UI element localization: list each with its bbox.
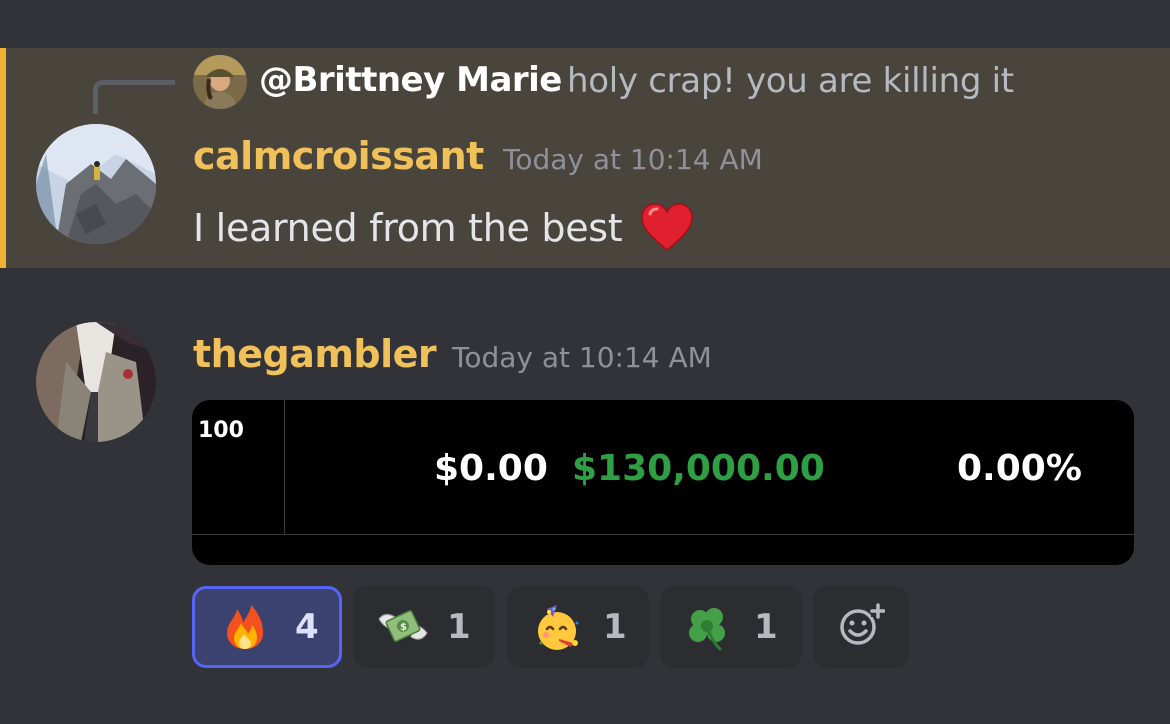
add-reaction-icon	[837, 601, 886, 653]
message-timestamp[interactable]: Today at 10:14 AM	[452, 341, 712, 374]
reaction-shamrock[interactable]: 1	[660, 586, 802, 668]
message-text: I learned from the best	[193, 206, 623, 250]
message-timestamp[interactable]: Today at 10:14 AM	[503, 143, 763, 176]
reaction-count: 1	[603, 607, 627, 647]
reply-preview-text[interactable]: holy crap! you are killing it	[567, 61, 1014, 101]
reaction-count: 1	[447, 607, 471, 647]
embed-price: $0.00	[434, 448, 548, 489]
add-reaction-button[interactable]	[813, 586, 909, 668]
partying-face-emoji	[533, 603, 581, 651]
reaction-money-with-wings[interactable]: $ 1	[353, 586, 495, 668]
mention-accent-bar	[0, 48, 6, 268]
embed-quantity: 100	[198, 418, 244, 443]
reply-avatar[interactable]	[193, 55, 247, 109]
reaction-count: 4	[295, 607, 319, 647]
embed-percent-change: 0.00%	[957, 448, 1082, 489]
reply-connector	[93, 80, 175, 114]
reaction-count: 1	[754, 607, 778, 647]
money-with-wings-emoji: $	[377, 603, 428, 651]
embed-total-value: $130,000.00	[572, 448, 825, 489]
shamrock-emoji	[684, 603, 732, 651]
chat-window: @Brittney Marie holy crap! you are killi…	[0, 0, 1170, 724]
trade-embed-image[interactable]: 100 $0.00 $130,000.00 0.00%	[192, 400, 1134, 565]
embed-row-divider	[192, 534, 1134, 535]
avatar[interactable]	[36, 322, 156, 442]
avatar[interactable]	[36, 124, 156, 244]
fire-emoji	[221, 603, 269, 651]
svg-text:$: $	[400, 622, 407, 633]
message-content: I learned from the best	[193, 202, 694, 254]
reaction-partying-face[interactable]: 1	[507, 586, 649, 668]
reply-author[interactable]: @Brittney Marie	[259, 60, 562, 100]
embed-column-divider	[284, 400, 285, 534]
reaction-fire[interactable]: 4	[192, 586, 342, 668]
message-author[interactable]: calmcroissant	[193, 134, 484, 178]
red-heart-emoji	[640, 202, 694, 254]
message-author[interactable]: thegambler	[193, 332, 437, 376]
